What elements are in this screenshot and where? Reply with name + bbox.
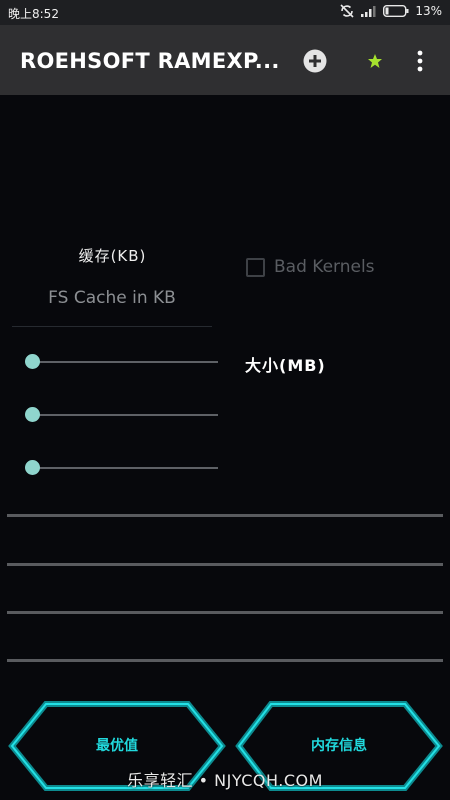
slider-track (32, 414, 218, 416)
signal-icon (361, 5, 377, 17)
memory-bar-4 (7, 659, 443, 662)
slider-thumb[interactable] (25, 407, 40, 422)
more-vertical-icon (417, 50, 423, 72)
size-label: 大小(MB) (245, 356, 326, 375)
slider-thumb[interactable] (25, 460, 40, 475)
overflow-menu-button[interactable] (407, 48, 433, 74)
status-time: 晚上8:52 (8, 7, 59, 21)
slider-3[interactable] (24, 460, 218, 476)
status-indicators: 13% (339, 4, 442, 18)
memory-bar-2 (7, 563, 443, 566)
bad-kernels-checkbox[interactable]: Bad Kernels (246, 257, 375, 277)
memory-info-label: 内存信息 (311, 738, 367, 754)
slider-1[interactable] (24, 354, 218, 370)
status-bar: 晚上8:52 13% (0, 0, 450, 25)
fs-cache-input[interactable]: FS Cache in KB (12, 283, 212, 327)
checkbox-box[interactable] (246, 257, 265, 277)
app-title: ROEHSOFT RAMEXP... (20, 49, 280, 73)
add-button[interactable] (302, 48, 328, 74)
slider-2[interactable] (24, 407, 218, 423)
battery-icon (383, 5, 409, 17)
watermark: 乐享轻汇 • NJYCQH.COM (127, 771, 323, 790)
optimal-value-label: 最优值 (96, 738, 138, 754)
bad-kernels-label: Bad Kernels (274, 257, 375, 277)
memory-bar-3 (7, 611, 443, 614)
app-screen: 晚上8:52 13% ROEHSOFT RAMEXP... 缓存(KB) FS … (0, 0, 450, 800)
favorite-button[interactable] (362, 48, 388, 74)
star-icon (368, 54, 382, 68)
battery-level: 13% (415, 4, 442, 18)
slider-thumb[interactable] (25, 354, 40, 369)
sync-off-icon (339, 4, 355, 18)
memory-bar-1 (7, 514, 443, 517)
app-bar: ROEHSOFT RAMEXP... (0, 25, 450, 95)
slider-track (32, 467, 218, 469)
cache-label: 缓存(KB) (78, 247, 147, 265)
add-circle-icon (303, 49, 327, 73)
slider-track (32, 361, 218, 363)
